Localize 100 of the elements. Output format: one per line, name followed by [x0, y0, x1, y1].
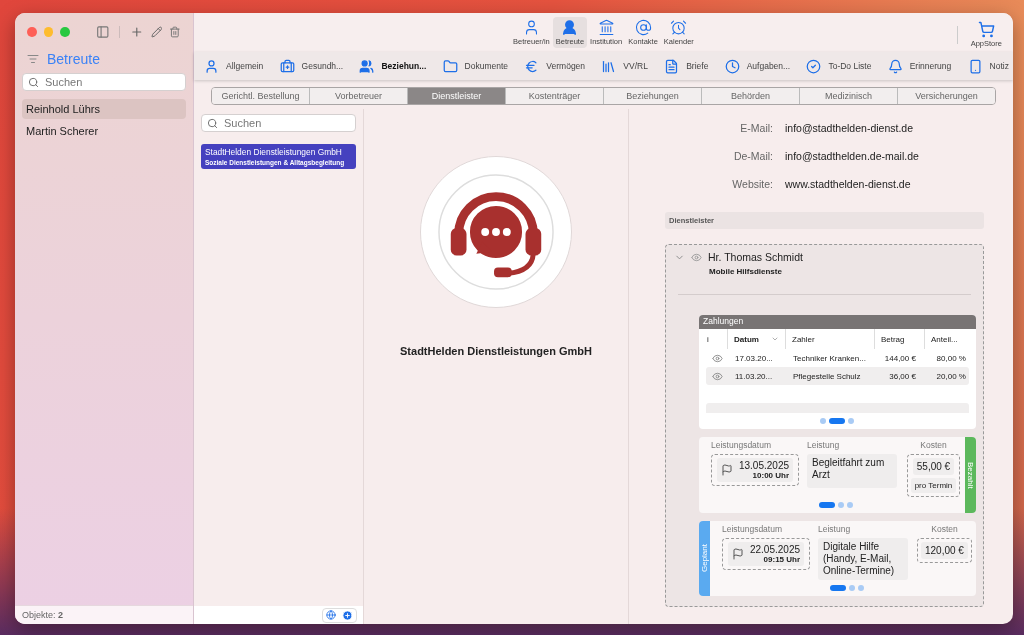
- person-icon: [561, 19, 579, 36]
- field-label: Website:: [731, 178, 773, 190]
- field-label: Leistungsdatum: [722, 524, 783, 534]
- search-field[interactable]: Suchen: [22, 73, 186, 91]
- segment-tab[interactable]: Medizinisch: [799, 88, 897, 104]
- field-value: www.stadthelden-dienst.de: [785, 178, 912, 190]
- nav-item[interactable]: VV/RL: [601, 58, 648, 74]
- table-cell-text: 20,00 %: [935, 371, 967, 381]
- segment-tab[interactable]: Versicherungen: [897, 88, 995, 104]
- field-value: info@stadthelden-dienst.de: [785, 122, 914, 134]
- table-row[interactable]: 17.03.20... Techniker Kranken... 144,00 € 80,00 %: [706, 349, 969, 367]
- window-control[interactable]: [60, 27, 71, 37]
- page-dot[interactable]: [858, 585, 865, 591]
- nav-item[interactable]: Notiz: [967, 58, 1009, 74]
- column-header[interactable]: Zahler: [785, 329, 874, 349]
- item-title: StadtHelden Dienstleistungen GmbH: [205, 147, 343, 157]
- nav-item[interactable]: Erinnerung: [887, 58, 952, 74]
- segment-tab[interactable]: Beziehungen: [603, 88, 701, 104]
- provider-name: StadtHelden Dienstleistungen GmbH: [400, 345, 592, 357]
- sidebar-toggle-icon[interactable]: [95, 25, 110, 39]
- segment-tab[interactable]: Dienstleister: [407, 88, 505, 104]
- field-label: Leistung: [818, 524, 852, 534]
- service-value: Digitale Hilfe (Handy, E-Mail, Online-Termine): [818, 538, 908, 580]
- status-label: Geplant: [700, 544, 709, 573]
- column-header[interactable]: i: [701, 329, 727, 349]
- segment-tab[interactable]: Vorbetreuer: [309, 88, 407, 104]
- table-cell-text: 80,00 %: [935, 353, 967, 363]
- add-icon: [342, 609, 353, 621]
- nav-item[interactable]: To-Do Liste: [806, 58, 872, 74]
- field-label: Leistung: [807, 440, 841, 450]
- alarm-clock-icon: [670, 19, 688, 36]
- filter-icon[interactable]: [27, 53, 39, 65]
- cost-value: 55,00 €: [912, 458, 955, 475]
- nav-item[interactable]: Vermögen: [524, 58, 586, 74]
- date-value: 13.05.2025: [738, 460, 790, 471]
- cost-unit: pro Termin: [910, 478, 957, 493]
- table-cell-text: 17.03.20...: [734, 353, 774, 363]
- document-icon: [664, 58, 680, 74]
- pencil-icon[interactable]: [150, 26, 163, 38]
- bell-icon: [887, 58, 903, 74]
- segment-tab[interactable]: Behörden: [701, 88, 799, 104]
- nav-item[interactable]: Allgemein: [204, 58, 264, 74]
- table-cell-text: 36,00 €: [888, 371, 917, 381]
- search-field[interactable]: Suchen: [201, 114, 356, 132]
- window-control[interactable]: [27, 27, 37, 37]
- segment-tab[interactable]: Gerichtl. Bestellung: [212, 88, 309, 104]
- page-dot[interactable]: [838, 502, 845, 508]
- globe-button[interactable]: [323, 608, 339, 622]
- table-cell-text: Techniker Kranken...: [792, 353, 867, 363]
- status-text: Objekte: 2: [15, 605, 193, 624]
- phone-icon: [967, 58, 983, 74]
- eye-icon[interactable]: [691, 251, 702, 263]
- page-dot[interactable]: [849, 585, 856, 591]
- search-icon: [28, 77, 39, 88]
- people-icon: [359, 58, 375, 74]
- books-icon: [601, 58, 617, 74]
- eye-icon[interactable]: [712, 370, 723, 382]
- table-cell-text: 11.03.20...: [734, 371, 774, 381]
- flag-icon: [731, 548, 744, 560]
- contact-role: Mobile Hilfsdienste: [708, 266, 783, 276]
- table-cell-text: Pflegestelle Schulz: [792, 371, 862, 381]
- field-label: Kosten: [920, 440, 947, 450]
- column-header[interactable]: Datum: [727, 329, 785, 349]
- table-row[interactable]: 11.03.20... Pflegestelle Schulz 36,00 € 20,00 %: [706, 367, 969, 385]
- eye-icon[interactable]: [712, 352, 723, 364]
- sidebar-item[interactable]: Martin Scherer: [22, 121, 186, 141]
- check-circle-icon: [806, 58, 822, 74]
- building-icon: [597, 19, 615, 36]
- time-value: 09:15 Uhr: [763, 555, 801, 564]
- nav-item[interactable]: Beziehun...: [359, 58, 427, 74]
- segment-tab[interactable]: Kostenträger: [505, 88, 603, 104]
- page-dot[interactable]: [847, 502, 854, 508]
- nav-item[interactable]: Briefe: [664, 58, 709, 74]
- field-label: E-Mail:: [739, 122, 773, 134]
- cart-icon: [977, 21, 995, 38]
- nav-item[interactable]: Gesundh...: [279, 58, 344, 74]
- sort-caret-icon[interactable]: [770, 335, 779, 343]
- globe-icon: [326, 609, 336, 620]
- nav-item[interactable]: Aufgaben...: [724, 58, 791, 74]
- folder-icon: [442, 58, 458, 74]
- cost-value: 120,00 €: [921, 542, 968, 559]
- trash-icon[interactable]: [169, 26, 182, 38]
- field-value: info@stadthelden.de-mail.de: [785, 150, 920, 162]
- nav-item[interactable]: Dokumente: [442, 58, 509, 74]
- column-header[interactable]: Betrag: [873, 329, 924, 349]
- page-dot[interactable]: [848, 418, 855, 424]
- field-label: Leistungsdatum: [711, 440, 772, 450]
- column-header[interactable]: Anteil...: [923, 329, 974, 349]
- page-dot[interactable]: [820, 418, 827, 424]
- flag-icon: [720, 464, 733, 476]
- sidebar-title: Betreute: [47, 51, 100, 67]
- sidebar-item[interactable]: Reinhold Lührs: [22, 99, 186, 119]
- contact-name: Hr. Thomas Schmidt: [708, 251, 803, 263]
- table-title: Zahlungen: [699, 315, 976, 329]
- add-icon[interactable]: [130, 25, 144, 39]
- person-icon: [204, 58, 219, 74]
- date-value: 22.05.2025: [749, 544, 801, 555]
- field-label: Kosten: [931, 524, 958, 534]
- at-sign-icon: [634, 19, 652, 36]
- medical-case-icon: [279, 58, 295, 74]
